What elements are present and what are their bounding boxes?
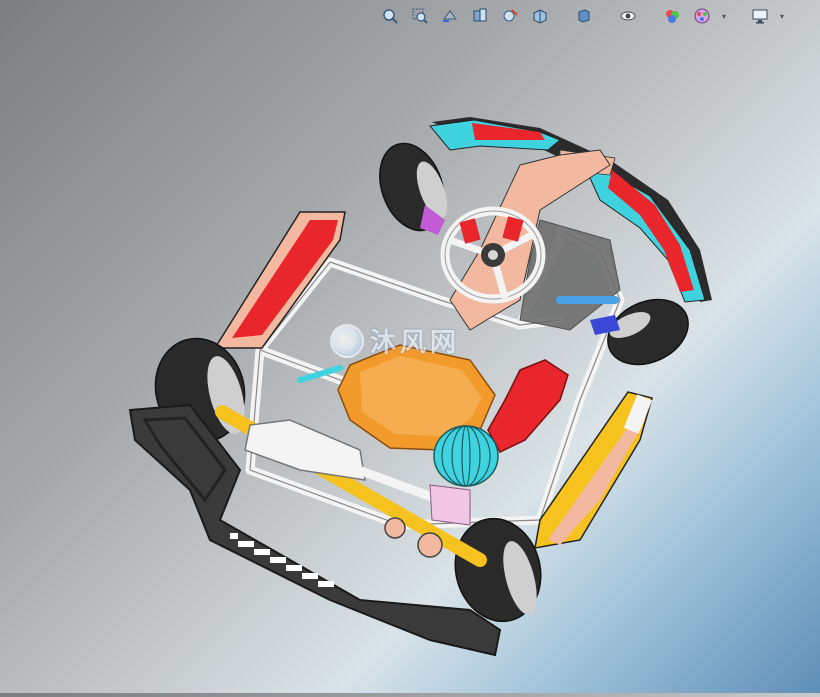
view-settings-icon — [752, 9, 768, 24]
zoom-to-area-icon — [412, 8, 428, 24]
previous-view-icon — [443, 10, 457, 22]
go-kart-model[interactable] — [0, 0, 820, 693]
dynamic-annotation-icon — [503, 9, 518, 22]
zoom-to-area-button[interactable] — [408, 5, 432, 27]
view-settings-button[interactable] — [748, 5, 772, 27]
heads-up-view-toolbar: ▾ ▾ — [378, 4, 786, 28]
view-orientation-button[interactable] — [528, 5, 552, 27]
engine-air-filter[interactable] — [429, 425, 499, 526]
hide-show-items-button[interactable] — [616, 5, 640, 27]
hide-show-items-icon — [620, 11, 636, 21]
zoom-to-fit-icon — [383, 9, 398, 24]
previous-view-button[interactable] — [438, 5, 462, 27]
fuel-tank[interactable] — [487, 359, 569, 453]
apply-scene-dropdown[interactable]: ▾ — [720, 5, 728, 27]
display-style-icon — [578, 9, 590, 23]
view-orientation-icon — [533, 9, 547, 24]
view-settings-dropdown[interactable]: ▾ — [778, 5, 786, 27]
edit-appearance-button[interactable] — [660, 5, 684, 27]
dynamic-annotation-button[interactable] — [498, 5, 522, 27]
edit-appearance-icon — [666, 10, 679, 23]
zoom-to-fit-button[interactable] — [378, 5, 402, 27]
display-style-button[interactable] — [572, 5, 596, 27]
section-view-icon — [473, 8, 487, 22]
section-view-button[interactable] — [468, 5, 492, 27]
graphics-viewport[interactable]: 沐风网 — [0, 0, 820, 693]
apply-scene-button[interactable] — [690, 5, 714, 27]
apply-scene-icon — [694, 8, 710, 24]
